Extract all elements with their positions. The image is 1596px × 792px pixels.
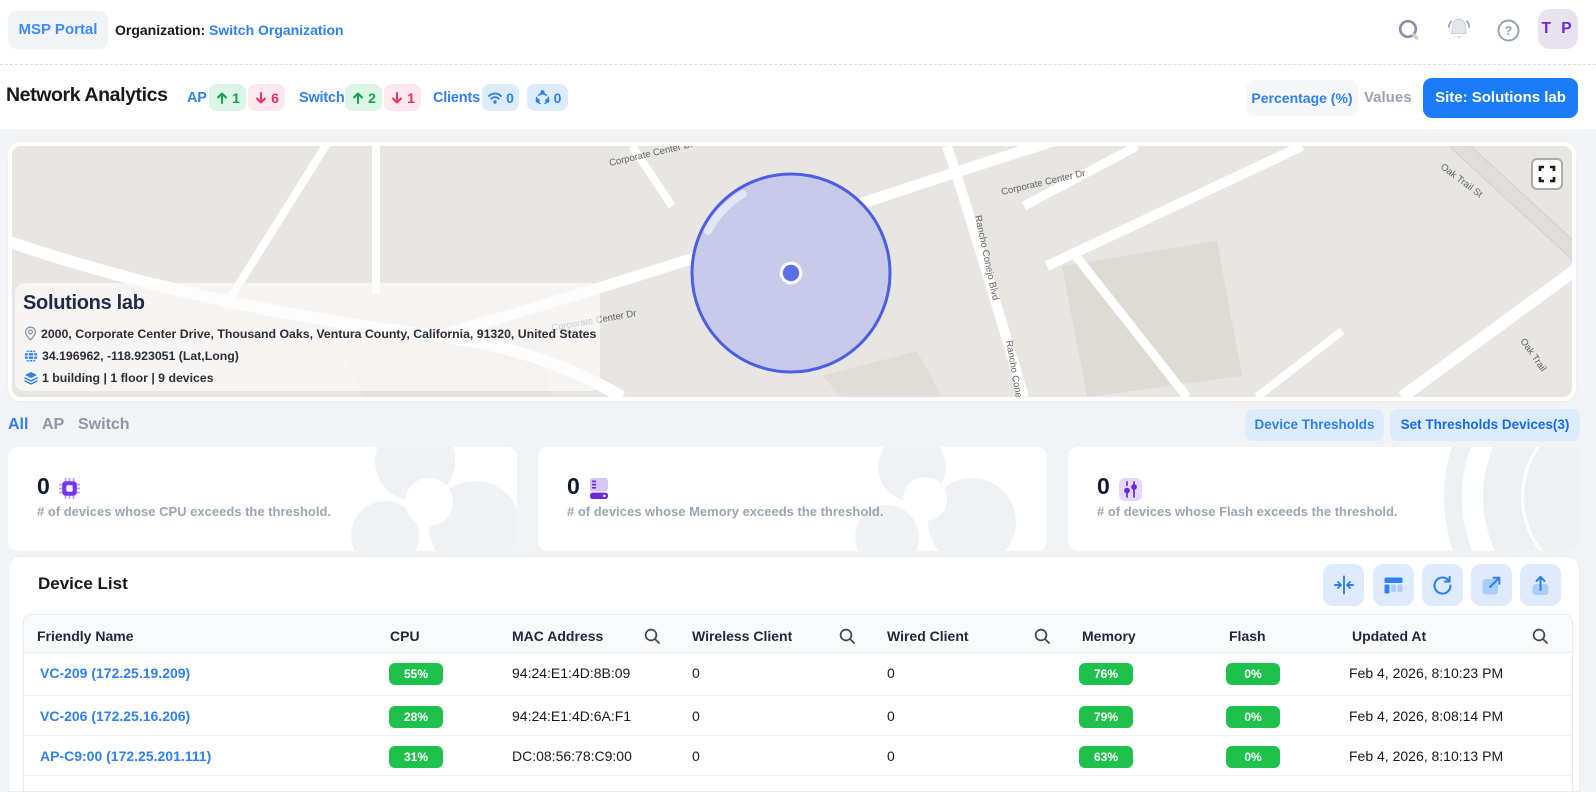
- svg-text:?: ?: [1505, 24, 1513, 38]
